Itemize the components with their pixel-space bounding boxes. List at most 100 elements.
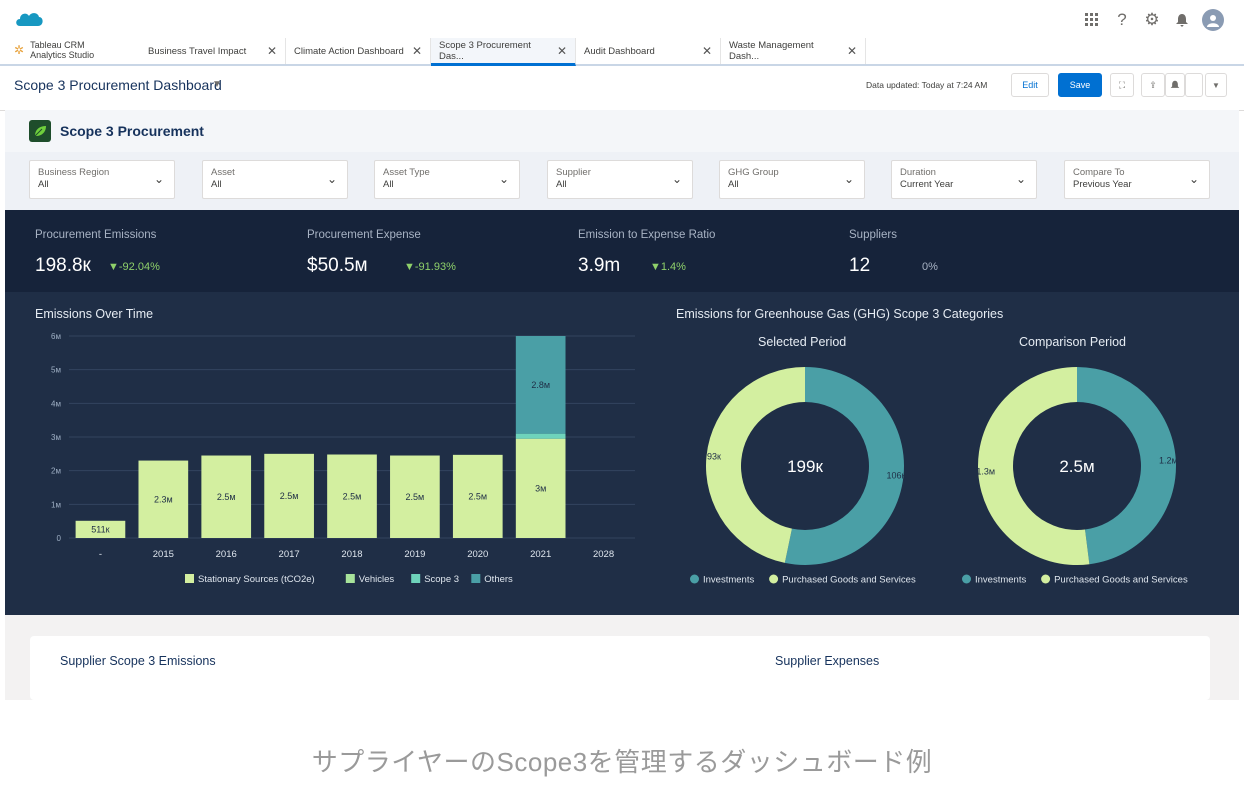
filter-duration[interactable]: Duration Current Year ⌄ xyxy=(891,160,1037,199)
filter-label: Business Region xyxy=(38,167,110,178)
tab-waste-management[interactable]: Waste Management Dash... ✕ xyxy=(721,38,866,64)
kpi-delta-suppliers: 0% xyxy=(922,261,938,273)
tab-label: Business Travel Impact xyxy=(148,45,247,57)
legend-label[interactable]: Purchased Goods and Services xyxy=(1054,575,1188,586)
supplier-expenses-title: Supplier Expenses xyxy=(775,654,880,668)
kpi-value-suppliers[interactable]: 12 xyxy=(849,255,870,277)
donut-slice-label: 93к xyxy=(707,452,721,462)
filter-label: Duration xyxy=(900,167,936,178)
donut-slice-label: 106к xyxy=(887,470,906,480)
chevron-down-icon: ⌄ xyxy=(843,172,854,186)
bar-data-label: 2.5м xyxy=(280,491,299,501)
legend-label[interactable]: Others xyxy=(484,574,513,585)
comparison-period-title: Comparison Period xyxy=(1019,335,1126,349)
save-button[interactable]: Save xyxy=(1058,73,1102,97)
emissions-bar-chart[interactable]: 0 1м 2м 3м 4м 5м 6м 511к - 2.3м 2015 2.5м 2016 2.5м 20… xyxy=(35,326,635,596)
user-avatar-icon[interactable] xyxy=(1202,9,1224,31)
chevron-down-icon[interactable]: ▼ xyxy=(212,79,222,90)
comparison-period-donut[interactable]: 1.2м 1.3м 2.5м Investments Purchased Goods a… xyxy=(960,352,1202,592)
legend-label[interactable]: Scope 3 xyxy=(424,574,459,585)
close-icon[interactable]: ✕ xyxy=(702,44,712,58)
bar-data-label: 2.5м xyxy=(217,492,236,502)
tab-scope3-procurement[interactable]: Scope 3 Procurement Das... ✕ xyxy=(431,38,576,66)
selected-period-donut[interactable]: 106к 93к 199к Investments Purchased Goods an… xyxy=(688,352,930,592)
filter-value: All xyxy=(383,179,394,190)
x-tick-label: 2028 xyxy=(593,549,614,560)
bar-data-label: 2.8м xyxy=(531,380,550,390)
tab-climate-action-dashboard[interactable]: Climate Action Dashboard ✕ xyxy=(286,38,431,64)
chevron-down-icon: ⌄ xyxy=(498,172,509,186)
chevron-down-icon: ⌄ xyxy=(153,172,164,186)
chevron-down-icon: ⌄ xyxy=(1188,172,1199,186)
app-name-line1: Tableau CRM xyxy=(30,40,85,50)
legend-label[interactable]: Vehicles xyxy=(359,574,395,585)
filter-ghg-group[interactable]: GHG Group All ⌄ xyxy=(719,160,865,199)
filter-label: Compare To xyxy=(1073,167,1125,178)
kpi-value-emission-ratio[interactable]: 3.9m xyxy=(578,255,620,277)
y-tick-label: 2м xyxy=(51,467,61,476)
tab-label: Scope 3 Procurement Das... xyxy=(439,39,531,62)
subscribe-bell-icon[interactable] xyxy=(1165,73,1185,97)
legend-label[interactable]: Investments xyxy=(703,575,754,586)
bar-data-label: 2.5м xyxy=(406,492,425,502)
kpi-value-procurement-emissions[interactable]: 198.8к xyxy=(35,255,91,277)
donut-center-label: 2.5м xyxy=(1059,457,1094,476)
chevron-down-icon[interactable]: ▼ xyxy=(1205,73,1227,97)
donut-slice-label: 1.2м xyxy=(1159,455,1178,465)
edit-button[interactable]: Edit xyxy=(1011,73,1049,97)
help-icon[interactable]: ? xyxy=(1112,10,1132,30)
chevron-down-icon: ⌄ xyxy=(671,172,682,186)
x-tick-label: 2017 xyxy=(279,549,300,560)
leaf-icon xyxy=(29,120,51,142)
legend-label[interactable]: Stationary Sources (tCO2e) xyxy=(198,574,315,585)
filter-label: Supplier xyxy=(556,167,591,178)
bar-data-label: 2.5м xyxy=(343,491,362,501)
chevron-down-icon: ⌄ xyxy=(1015,172,1026,186)
filter-label: Asset Type xyxy=(383,167,430,178)
salesforce-logo-icon[interactable] xyxy=(14,8,44,30)
close-icon[interactable]: ✕ xyxy=(847,44,857,58)
data-updated-text: Data updated: Today at 7:24 AM xyxy=(866,80,988,90)
share-icon[interactable]: ⇪ xyxy=(1141,73,1165,97)
filter-value: Current Year xyxy=(900,179,954,190)
legend-swatch xyxy=(471,574,481,583)
y-tick-label: 3м xyxy=(51,433,61,442)
app-name[interactable]: ✲ Tableau CRM Analytics Studio xyxy=(14,40,94,60)
notification-bell-icon[interactable] xyxy=(1172,10,1192,30)
y-tick-label: 5м xyxy=(51,366,61,375)
legend-label[interactable]: Investments xyxy=(975,575,1026,586)
dashboard-title[interactable]: Scope 3 Procurement Dashboard xyxy=(14,77,222,93)
filter-asset-type[interactable]: Asset Type All ⌄ xyxy=(374,160,520,199)
tab-label: Climate Action Dashboard xyxy=(294,45,404,57)
bar-segment[interactable] xyxy=(515,433,566,439)
fullscreen-icon[interactable]: ⛶ xyxy=(1110,73,1134,97)
tab-audit-dashboard[interactable]: Audit Dashboard ✕ xyxy=(576,38,721,64)
kpi-delta-procurement-emissions: ▼-92.04% xyxy=(108,261,160,273)
bar-data-label: 2.3м xyxy=(154,494,173,504)
app-launcher-icon[interactable] xyxy=(1082,10,1102,30)
kpi-band xyxy=(5,210,1239,292)
emissions-over-time-title: Emissions Over Time xyxy=(35,307,154,321)
close-icon[interactable]: ✕ xyxy=(267,44,277,58)
legend-dot xyxy=(690,574,699,584)
tab-business-travel-impact[interactable]: Business Travel Impact ✕ xyxy=(140,38,286,64)
kpi-value-procurement-expense[interactable]: $50.5м xyxy=(307,255,368,277)
image-caption: サプライヤーのScope3を管理するダッシュボード例 xyxy=(311,747,933,777)
y-tick-label: 1м xyxy=(51,500,61,509)
close-icon[interactable]: ✕ xyxy=(412,44,422,58)
setup-gear-icon[interactable]: ⚙ xyxy=(1142,10,1162,30)
selected-period-title: Selected Period xyxy=(758,335,847,349)
kpi-label-procurement-emissions: Procurement Emissions xyxy=(35,229,157,241)
filter-asset[interactable]: Asset All ⌄ xyxy=(202,160,348,199)
legend-label[interactable]: Purchased Goods and Services xyxy=(782,575,916,586)
close-icon[interactable]: ✕ xyxy=(557,44,567,58)
filter-supplier[interactable]: Supplier All ⌄ xyxy=(547,160,693,199)
x-tick-label: - xyxy=(99,549,102,560)
filter-value: All xyxy=(728,179,739,190)
kpi-label-suppliers: Suppliers xyxy=(849,229,897,241)
x-tick-label: 2018 xyxy=(341,549,362,560)
filter-compare-to[interactable]: Compare To Previous Year ⌄ xyxy=(1064,160,1210,199)
filter-business-region[interactable]: Business Region All ⌄ xyxy=(29,160,175,199)
x-tick-label: 2019 xyxy=(404,549,425,560)
chevron-down-icon: ⌄ xyxy=(326,172,337,186)
